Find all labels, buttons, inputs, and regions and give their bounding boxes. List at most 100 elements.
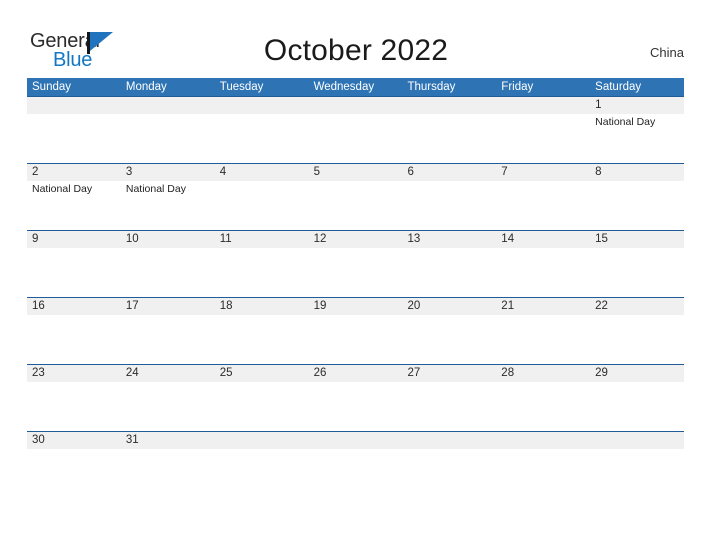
day-cell-empty: [215, 97, 309, 163]
day-events: [126, 248, 215, 250]
weekday-header-monday: Monday: [125, 81, 167, 93]
day-cell[interactable]: 25: [215, 365, 309, 431]
day-number: 21: [501, 300, 515, 312]
day-number: 25: [219, 367, 233, 379]
day-events: [126, 382, 215, 384]
day-cell[interactable]: 1 National Day: [590, 97, 684, 163]
day-number: 28: [501, 367, 515, 379]
day-cell[interactable]: 29: [590, 365, 684, 431]
day-number: 5: [313, 166, 320, 178]
day-number: 15: [595, 233, 608, 245]
day-events: [126, 315, 215, 317]
day-number: 9: [32, 233, 39, 245]
day-events: [220, 449, 309, 451]
day-cell[interactable]: 9: [27, 231, 121, 297]
holiday-event-label: National Day: [595, 116, 656, 128]
day-cell[interactable]: 2 National Day: [27, 164, 121, 230]
day-cell[interactable]: 21: [496, 298, 590, 364]
weekday-header-sunday: Sunday: [32, 81, 72, 93]
day-events: [407, 248, 496, 250]
day-cell-empty: [402, 97, 496, 163]
day-events: [595, 382, 684, 384]
day-cell[interactable]: 12: [309, 231, 403, 297]
day-events: [220, 114, 309, 116]
weekday-header-friday: Friday: [501, 81, 534, 93]
calendar-week-row: 16 17 18 19 20 21 22: [27, 297, 684, 364]
day-cell-empty: [309, 432, 403, 498]
day-cell[interactable]: 24: [121, 365, 215, 431]
day-cell[interactable]: 27: [402, 365, 496, 431]
week-row-cells: 1 National Day: [27, 97, 684, 163]
day-events: [407, 449, 496, 451]
day-cell[interactable]: 13: [402, 231, 496, 297]
day-events: [126, 449, 215, 451]
day-cell[interactable]: 6: [402, 164, 496, 230]
calendar-week-row: 23 24 25 26 27 28 29: [27, 364, 684, 431]
day-number: 24: [125, 367, 139, 379]
day-cell[interactable]: 28: [496, 365, 590, 431]
day-events: [501, 382, 590, 384]
day-number: 11: [219, 233, 232, 245]
day-cell-empty: [309, 97, 403, 163]
day-events: [501, 114, 590, 116]
day-cell[interactable]: 31: [121, 432, 215, 498]
day-cell[interactable]: 19: [309, 298, 403, 364]
day-cell[interactable]: 26: [309, 365, 403, 431]
day-cell[interactable]: 22: [590, 298, 684, 364]
day-events: [595, 315, 684, 317]
weekday-header-wednesday: Wednesday: [313, 81, 375, 93]
day-events: [595, 181, 684, 183]
day-cell[interactable]: 23: [27, 365, 121, 431]
day-cell[interactable]: 4: [215, 164, 309, 230]
day-events: [314, 382, 403, 384]
day-cell[interactable]: 20: [402, 298, 496, 364]
day-cell[interactable]: 14: [496, 231, 590, 297]
day-cell[interactable]: 30: [27, 432, 121, 498]
day-number: 30: [32, 434, 45, 446]
day-cell-empty: [496, 97, 590, 163]
day-events: [32, 248, 121, 250]
day-events: [126, 114, 215, 116]
day-number: 18: [219, 300, 233, 312]
day-number: 7: [501, 166, 508, 178]
day-cell[interactable]: 3 National Day: [121, 164, 215, 230]
day-cell-empty: [496, 432, 590, 498]
day-events: [314, 315, 403, 317]
calendar-grid: Sunday Monday Tuesday Wednesday Thursday…: [27, 78, 684, 498]
day-events: [501, 248, 590, 250]
week-row-cells: 2 National Day 3 National Day 4 5 6 7 8: [27, 164, 684, 230]
day-events: [220, 181, 309, 183]
calendar-week-row: 2 National Day 3 National Day 4 5 6 7 8: [27, 163, 684, 230]
day-events: [595, 248, 684, 250]
day-number: 2: [32, 166, 39, 178]
day-cell[interactable]: 8: [590, 164, 684, 230]
day-number: 12: [313, 233, 327, 245]
day-events: [220, 315, 309, 317]
day-cell[interactable]: 5: [309, 164, 403, 230]
day-cell-empty: [590, 432, 684, 498]
day-cell[interactable]: 17: [121, 298, 215, 364]
holiday-event-label: National Day: [32, 183, 93, 195]
day-events: [32, 449, 121, 451]
day-cell[interactable]: 11: [215, 231, 309, 297]
day-cell[interactable]: 18: [215, 298, 309, 364]
day-number: 29: [595, 367, 608, 379]
week-row-cells: 16 17 18 19 20 21 22: [27, 298, 684, 364]
day-cell[interactable]: 15: [590, 231, 684, 297]
day-number: 1: [595, 99, 602, 111]
day-cell-empty: [402, 432, 496, 498]
calendar-week-row: 1 National Day: [27, 96, 684, 163]
day-cell[interactable]: 10: [121, 231, 215, 297]
day-cell[interactable]: 16: [27, 298, 121, 364]
calendar-week-row: 9 10 11 12 13 14 15: [27, 230, 684, 297]
day-number: 3: [125, 166, 133, 178]
day-events: [501, 181, 590, 183]
day-number: 31: [125, 434, 139, 446]
weekday-header-thursday: Thursday: [407, 81, 456, 93]
day-events: [407, 181, 496, 183]
weekday-header-tuesday: Tuesday: [219, 81, 264, 93]
week-row-cells: 23 24 25 26 27 28 29: [27, 365, 684, 431]
day-events: [501, 449, 590, 451]
weekday-header-row: Sunday Monday Tuesday Wednesday Thursday…: [27, 78, 684, 96]
day-cell[interactable]: 7: [496, 164, 590, 230]
